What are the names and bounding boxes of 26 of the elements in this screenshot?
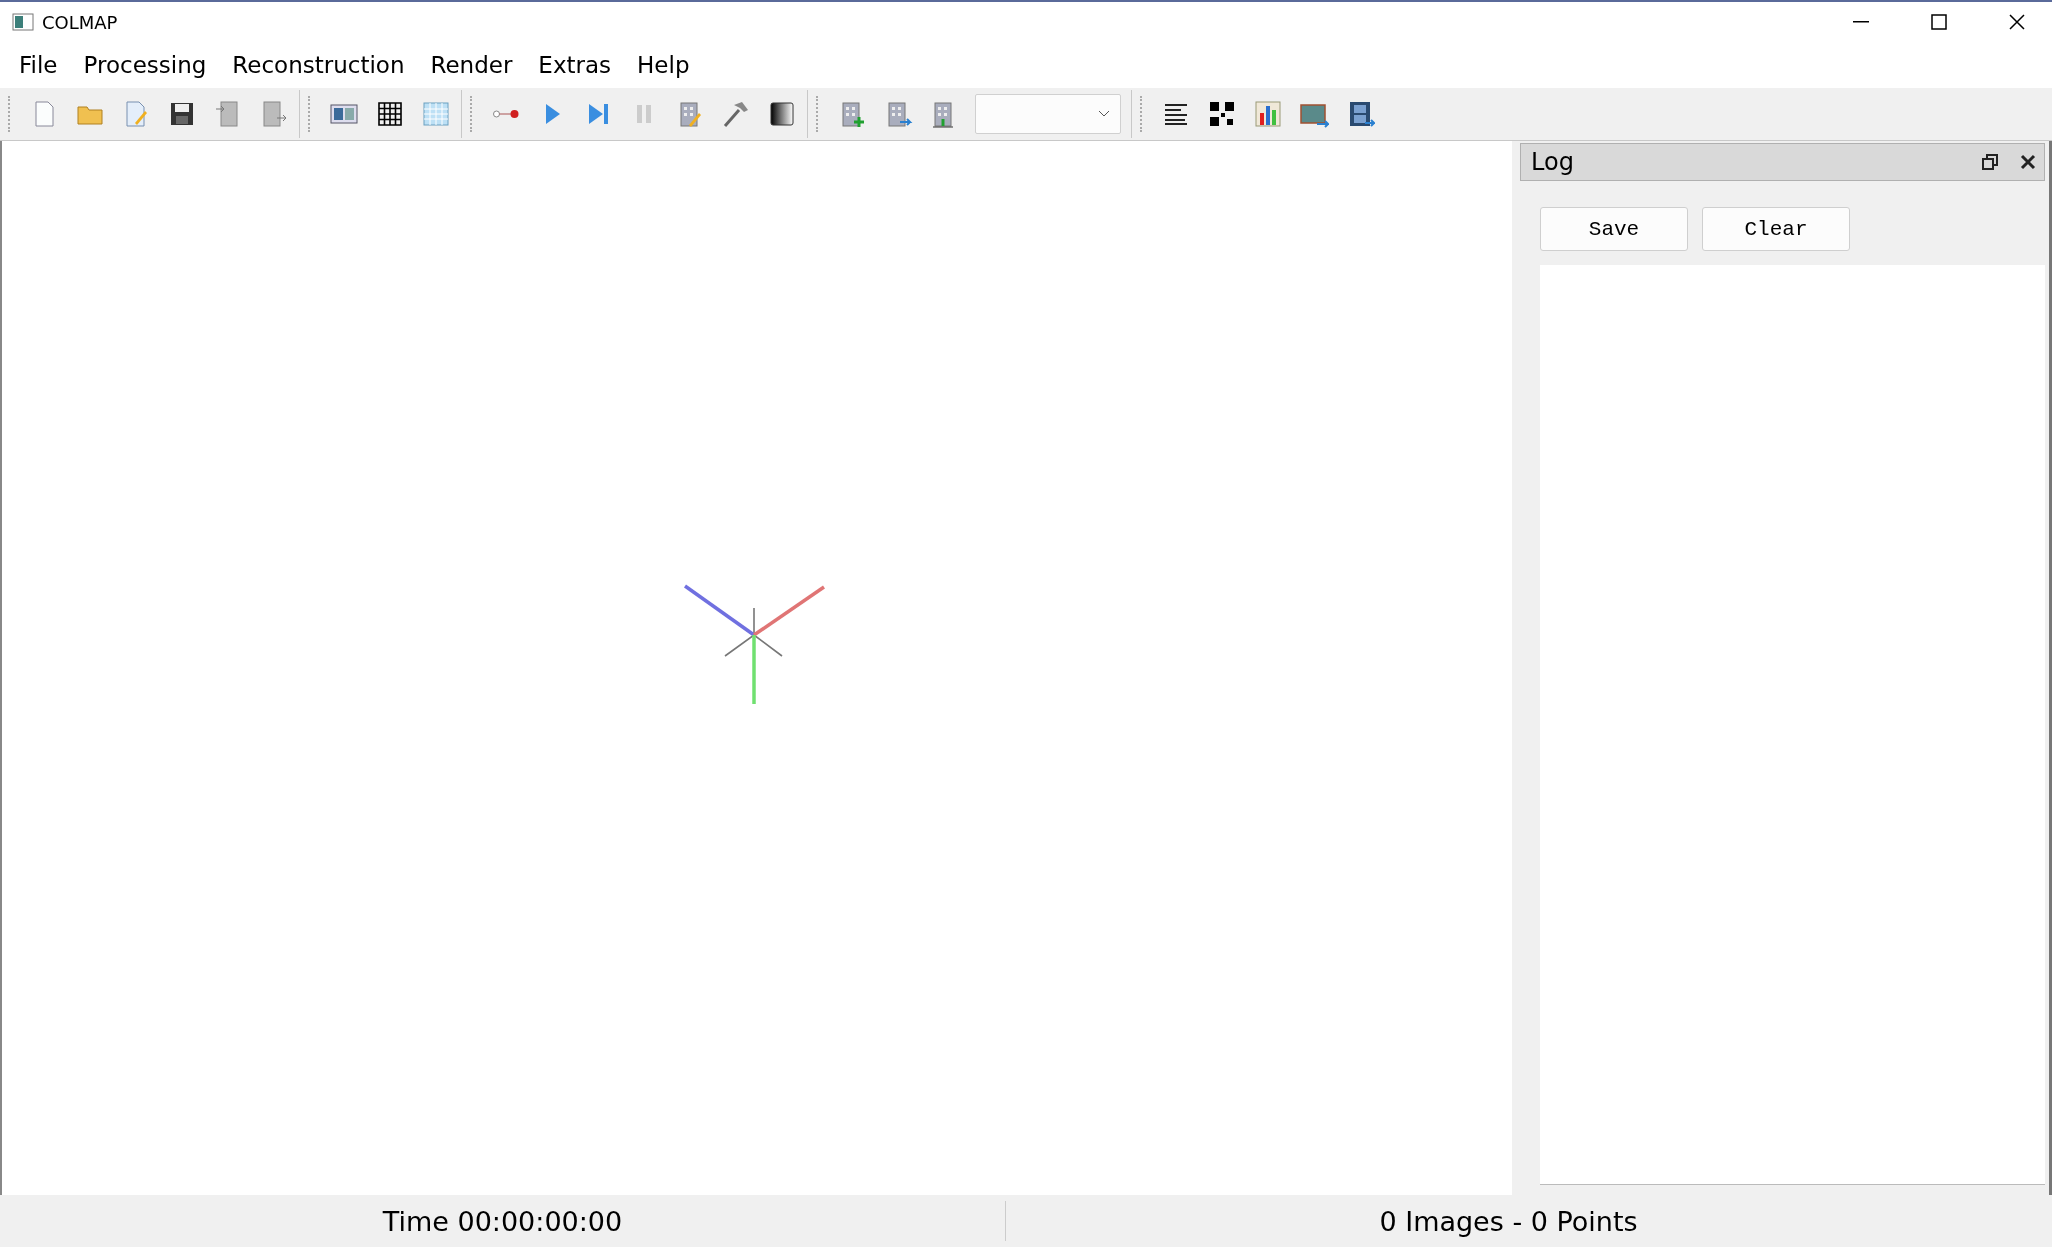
maximize-icon [1931, 14, 1947, 30]
grid-icon [375, 99, 405, 129]
menu-item[interactable]: Processing [70, 45, 220, 85]
bar-chart-icon [1253, 99, 1283, 129]
menu-item[interactable]: Reconstruction [219, 45, 418, 85]
panel-button[interactable]: Clear [1702, 207, 1850, 251]
qr-code-icon [1207, 99, 1237, 129]
menu-item[interactable]: Help [624, 45, 703, 85]
menu-item[interactable]: File [6, 45, 71, 85]
chevron-down-icon [1098, 110, 1110, 118]
time-label: Time 00:00:00:00 [381, 1205, 624, 1237]
image-points-count: 0 Images - 0 Points [1378, 1205, 1639, 1237]
menu-item[interactable]: Extras [525, 45, 625, 85]
close-icon[interactable] [2020, 154, 2036, 170]
hammer-icon [721, 99, 751, 129]
float-icon[interactable] [1982, 154, 1998, 170]
app-icon [12, 13, 34, 31]
panel-title: Log [1531, 148, 1575, 176]
close-icon [2009, 14, 2025, 30]
table-icon [421, 99, 451, 129]
menu-item[interactable]: Render [417, 45, 526, 85]
connector-icon [491, 109, 521, 119]
window-title: COLMAP [42, 11, 119, 33]
gradient-icon [767, 99, 797, 129]
minimize-icon [1853, 21, 1869, 23]
panel-button[interactable]: Save [1540, 207, 1688, 251]
